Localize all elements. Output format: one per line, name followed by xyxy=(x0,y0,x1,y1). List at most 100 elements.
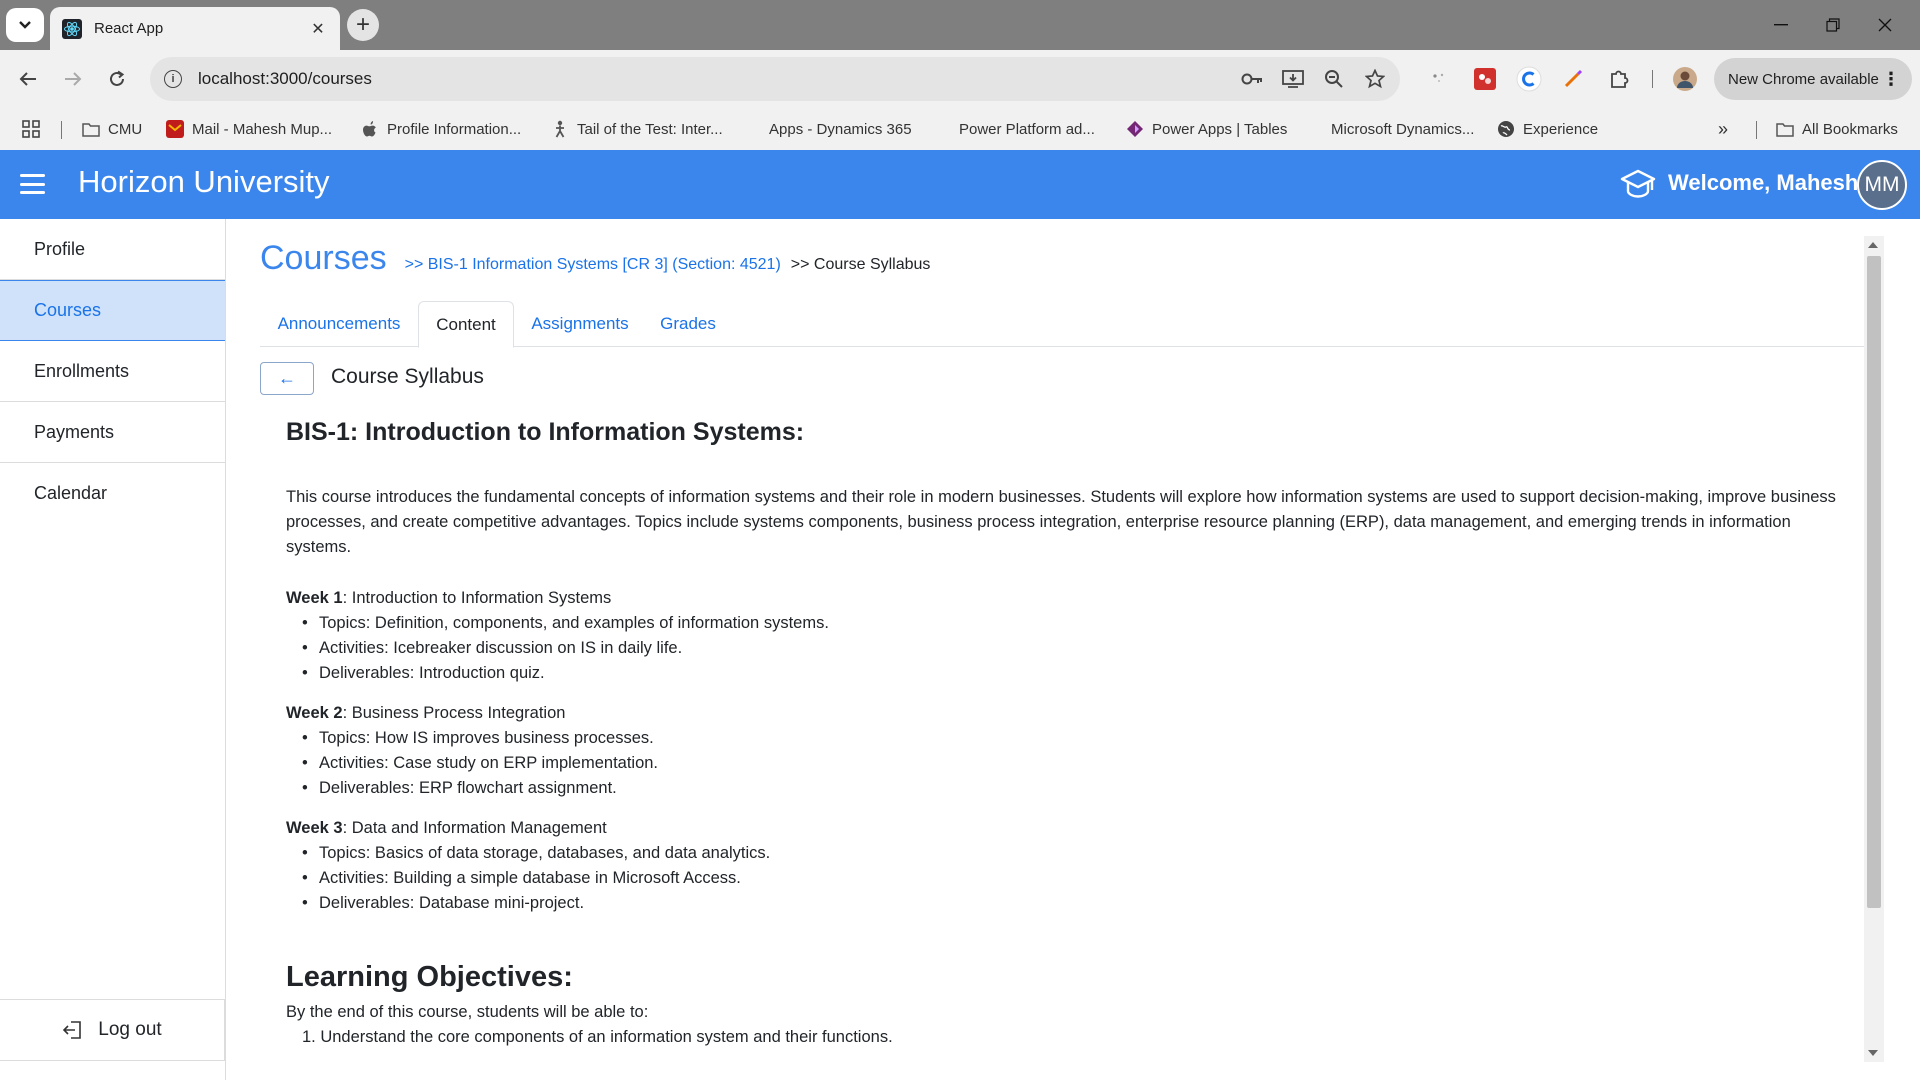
bookmark-star-icon[interactable] xyxy=(1363,67,1387,91)
bookmarks-divider xyxy=(61,121,62,139)
bookmark-apps-dynamics-365[interactable]: Apps - Dynamics 365 xyxy=(743,108,912,150)
logout-button[interactable]: Log out xyxy=(0,999,225,1061)
syllabus-title: BIS-1: Introduction to Information Syste… xyxy=(286,418,805,446)
sidebar-item-courses[interactable]: Courses xyxy=(0,280,225,341)
scroll-up-icon[interactable] xyxy=(1868,242,1878,248)
week-topic: : Introduction to Information Systems xyxy=(342,589,612,607)
apps-grid-icon[interactable] xyxy=(22,108,40,150)
bookmark-tail-of-the-test[interactable]: Tail of the Test: Inter... xyxy=(551,108,723,150)
list-item: Deliverables: ERP flowchart assignment. xyxy=(302,776,1846,801)
bookmark-label: Power Platform ad... xyxy=(959,120,1095,138)
site-info-icon[interactable]: i xyxy=(164,70,182,88)
bookmark-label: Profile Information... xyxy=(387,120,522,138)
scroll-down-icon[interactable] xyxy=(1868,1050,1878,1056)
content-scrollbar[interactable] xyxy=(1864,236,1884,1062)
scrollbar-thumb[interactable] xyxy=(1867,256,1881,908)
list-item: Deliverables: Introduction quiz. xyxy=(302,661,1846,686)
main-content: Courses >> BIS-1 Information Systems [CR… xyxy=(227,219,1920,1080)
browser-toolbar: i localhost:3000/courses New Chrome avai… xyxy=(0,50,1920,108)
logout-label: Log out xyxy=(98,1019,162,1040)
reload-icon[interactable] xyxy=(100,62,134,96)
page-title: Courses xyxy=(260,239,387,277)
section-heading: Course Syllabus xyxy=(331,365,484,388)
forward-nav-icon[interactable] xyxy=(56,62,90,96)
tab-announcements[interactable]: Announcements xyxy=(260,301,418,347)
breadcrumb-course-link[interactable]: >> BIS-1 Information Systems [CR 3] (Sec… xyxy=(405,256,781,274)
close-window-icon[interactable] xyxy=(1862,10,1908,40)
install-app-icon[interactable] xyxy=(1281,67,1305,91)
microsoft-icon xyxy=(743,120,761,138)
sidebar-item-enrollments[interactable]: Enrollments xyxy=(0,341,225,402)
extension-pen-icon[interactable] xyxy=(1560,66,1586,92)
bookmark-label: CMU xyxy=(108,120,143,138)
more-menu-icon: ⋮ xyxy=(1882,68,1900,89)
extension-dots-icon[interactable] xyxy=(1426,66,1452,92)
back-button[interactable]: ← xyxy=(260,362,314,395)
bookmarks-bar: CMU Mail - Mahesh Mup... Profile Informa… xyxy=(0,108,1920,150)
profile-avatar-icon[interactable] xyxy=(1672,66,1698,92)
syllabus-intro: This course introduces the fundamental c… xyxy=(286,488,1836,556)
tab-search-button[interactable] xyxy=(6,8,44,42)
browser-tab[interactable]: React App ✕ xyxy=(50,7,340,50)
new-chrome-available-button[interactable]: New Chrome available ⋮ xyxy=(1714,58,1912,100)
list-item: Activities: Icebreaker discussion on IS … xyxy=(302,636,1846,661)
zoom-icon[interactable] xyxy=(1322,67,1346,91)
list-item: Topics: Definition, components, and exam… xyxy=(302,611,1846,636)
address-bar[interactable]: i localhost:3000/courses xyxy=(150,57,1400,101)
bookmark-power-platform[interactable]: Power Platform ad... xyxy=(933,108,1095,150)
microsoft-icon xyxy=(933,120,951,138)
list-item: Topics: How IS improves business process… xyxy=(302,726,1846,751)
bookmark-label: Power Apps | Tables xyxy=(1152,120,1288,138)
bookmark-experience[interactable]: Experience xyxy=(1497,108,1598,150)
brand-title: Horizon University xyxy=(78,164,330,199)
bookmark-mail[interactable]: Mail - Mahesh Mup... xyxy=(166,108,332,150)
url-text[interactable]: localhost:3000/courses xyxy=(198,69,372,89)
breadcrumb-current: >> Course Syllabus xyxy=(790,256,931,273)
week-label: Week 3 xyxy=(286,819,343,837)
sidebar-item-payments[interactable]: Payments xyxy=(0,402,225,463)
more-bookmarks-chevron-icon[interactable]: » xyxy=(1718,108,1728,150)
sidebar: Profile Courses Enrollments Payments Cal… xyxy=(0,219,226,1080)
user-avatar[interactable]: MM xyxy=(1857,160,1907,210)
all-bookmarks[interactable]: All Bookmarks xyxy=(1776,108,1898,150)
bookmark-cmu[interactable]: CMU xyxy=(82,108,142,150)
week-items: Topics: Definition, components, and exam… xyxy=(286,611,1846,686)
close-tab-icon[interactable]: ✕ xyxy=(308,19,328,39)
password-key-icon[interactable] xyxy=(1240,67,1264,91)
graduation-cap-icon xyxy=(1620,169,1656,198)
tab-content[interactable]: Content xyxy=(418,301,514,348)
minimize-icon[interactable] xyxy=(1758,10,1804,40)
sidebar-item-profile[interactable]: Profile xyxy=(0,219,225,280)
week-topic: : Data and Information Management xyxy=(342,819,607,837)
objectives-intro: By the end of this course, students will… xyxy=(286,1003,649,1021)
microsoft-icon xyxy=(1305,120,1323,138)
bookmark-power-apps-tables[interactable]: Power Apps | Tables xyxy=(1126,108,1287,150)
extensions-puzzle-icon[interactable] xyxy=(1606,66,1632,92)
week-items: Topics: How IS improves business process… xyxy=(286,726,1846,801)
extension-red-icon[interactable] xyxy=(1472,66,1498,92)
restore-icon[interactable] xyxy=(1810,10,1856,40)
week-label: Week 2 xyxy=(286,704,343,722)
back-nav-icon[interactable] xyxy=(11,62,45,96)
week-title: Week 3: Data and Information Management xyxy=(286,816,1846,841)
browser-tab-strip: React App ✕ + xyxy=(0,0,1920,50)
sidebar-item-calendar[interactable]: Calendar xyxy=(0,463,225,524)
tab-assignments[interactable]: Assignments xyxy=(514,301,646,347)
welcome-text: Welcome, Mahesh xyxy=(1668,170,1859,195)
tab-grades[interactable]: Grades xyxy=(646,301,730,347)
learning-objectives-heading: Learning Objectives: xyxy=(286,961,573,993)
bookmark-label: Tail of the Test: Inter... xyxy=(577,120,723,138)
apple-icon xyxy=(361,120,379,138)
bookmark-label: Apps - Dynamics 365 xyxy=(769,120,912,138)
new-tab-button[interactable]: + xyxy=(347,9,379,41)
hamburger-menu-icon[interactable] xyxy=(20,174,45,194)
list-item: Activities: Building a simple database i… xyxy=(302,866,1846,891)
folder-icon xyxy=(82,120,100,138)
bookmark-microsoft-dynamics[interactable]: Microsoft Dynamics... xyxy=(1305,108,1474,150)
list-item: Activities: Case study on ERP implementa… xyxy=(302,751,1846,776)
mail-icon xyxy=(166,120,184,138)
bookmark-profile-information[interactable]: Profile Information... xyxy=(361,108,521,150)
react-icon xyxy=(62,18,82,39)
logout-icon xyxy=(63,1021,82,1039)
extension-c-icon[interactable] xyxy=(1516,66,1542,92)
